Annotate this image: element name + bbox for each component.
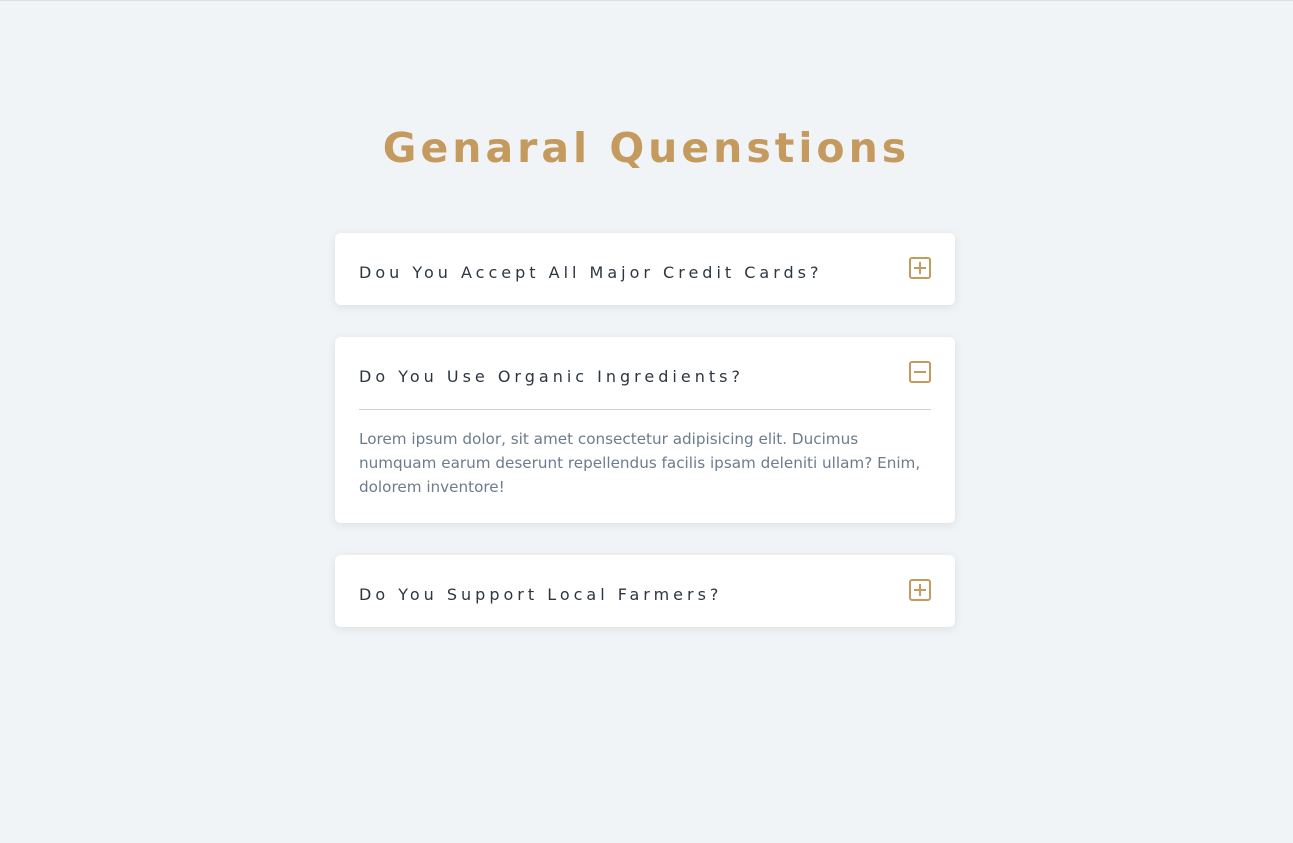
plus-square-icon[interactable] bbox=[909, 579, 931, 601]
faq-item-credit-cards: Dou You Accept All Major Credit Cards? bbox=[335, 233, 955, 305]
faq-list: Dou You Accept All Major Credit Cards? D… bbox=[335, 233, 955, 659]
faq-answer: Lorem ipsum dolor, sit amet consectetur … bbox=[359, 430, 921, 496]
page-title: Genaral Quenstions bbox=[382, 124, 911, 172]
faq-answer-panel: Lorem ipsum dolor, sit amet consectetur … bbox=[359, 409, 931, 523]
plus-square-icon[interactable] bbox=[909, 257, 931, 279]
faq-toggle-organic-ingredients[interactable]: Do You Use Organic Ingredients? bbox=[359, 337, 931, 409]
faq-toggle-local-farmers[interactable]: Do You Support Local Farmers? bbox=[359, 555, 931, 627]
faq-question: Do You Support Local Farmers? bbox=[359, 584, 723, 604]
faq-question: Do You Use Organic Ingredients? bbox=[359, 366, 744, 386]
faq-question: Dou You Accept All Major Credit Cards? bbox=[359, 262, 823, 282]
minus-square-icon[interactable] bbox=[909, 361, 931, 383]
faq-item-local-farmers: Do You Support Local Farmers? bbox=[335, 555, 955, 627]
faq-item-organic-ingredients: Do You Use Organic Ingredients? Lorem ip… bbox=[335, 337, 955, 523]
faq-toggle-credit-cards[interactable]: Dou You Accept All Major Credit Cards? bbox=[359, 233, 931, 305]
